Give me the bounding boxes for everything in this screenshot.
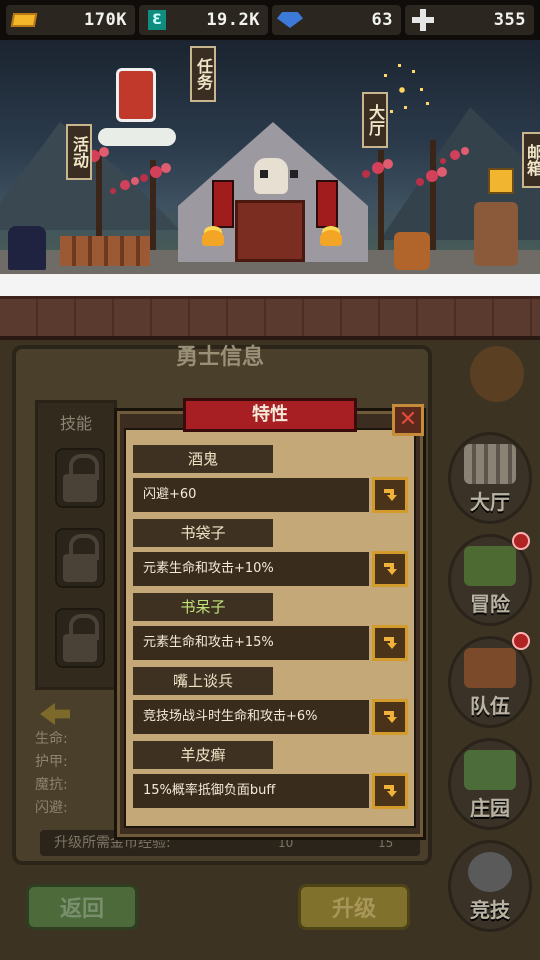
currency-gold: 170K bbox=[6, 5, 135, 35]
trait-reroll-button[interactable] bbox=[372, 625, 408, 661]
cross-amount: 355 bbox=[493, 10, 526, 30]
hero-info-title: 勇士信息 bbox=[175, 345, 264, 370]
nav-hall-label: 大厅 bbox=[470, 490, 510, 514]
hero-stats: 生命: 护甲: 魔抗: 闪避: bbox=[35, 728, 125, 820]
trait-description: 15%概率抵御负面buff bbox=[133, 774, 369, 808]
arena-icon bbox=[468, 852, 512, 892]
lock-icon[interactable] bbox=[55, 448, 105, 508]
hall-icon bbox=[464, 444, 516, 484]
close-icon: ✕ bbox=[398, 407, 418, 432]
npc-character[interactable] bbox=[474, 202, 518, 266]
cloud-platform bbox=[98, 128, 176, 146]
trait-reroll-button[interactable] bbox=[372, 477, 408, 513]
trait-reroll-button[interactable] bbox=[372, 551, 408, 587]
nav-manor-label: 庄园 bbox=[470, 796, 510, 820]
npc-character[interactable] bbox=[116, 68, 156, 122]
team-icon bbox=[464, 648, 516, 688]
mailbox-icon[interactable] bbox=[488, 168, 514, 194]
nav-adventure-label: 冒险 bbox=[470, 592, 510, 616]
close-button[interactable]: ✕ bbox=[392, 404, 424, 436]
torch-fire bbox=[320, 230, 342, 246]
reroll-arrow-icon bbox=[384, 489, 397, 501]
trait-description: 元素生命和攻击+15% bbox=[133, 626, 369, 660]
currency-cross: 355 bbox=[405, 5, 534, 35]
nav-manor[interactable]: 庄园 bbox=[448, 738, 532, 830]
level-up-button[interactable]: 升级 bbox=[298, 884, 410, 930]
stat-hp-label: 生命: bbox=[35, 731, 68, 747]
element-icon: Ɛ bbox=[143, 9, 171, 31]
lock-icon[interactable] bbox=[55, 608, 105, 668]
element-amount: 19.2K bbox=[206, 10, 260, 30]
nav-hall[interactable]: 大厅 bbox=[448, 432, 532, 524]
trait-description: 闪避+60 bbox=[133, 478, 369, 512]
currency-bar: 170K Ɛ 19.2K 63 355 bbox=[0, 0, 540, 40]
nav-arena-label: 竞技 bbox=[470, 898, 510, 922]
alert-dot bbox=[512, 532, 530, 550]
nav-team-label: 队伍 bbox=[470, 694, 510, 718]
stat-dodge-label: 闪避: bbox=[35, 800, 68, 816]
hall-door[interactable] bbox=[235, 200, 305, 262]
gem-amount: 63 bbox=[371, 10, 393, 30]
back-button[interactable]: 返回 bbox=[26, 884, 138, 930]
trait-reroll-button[interactable] bbox=[372, 773, 408, 809]
reroll-arrow-icon bbox=[384, 637, 397, 649]
manor-icon bbox=[464, 750, 516, 790]
quest-sign[interactable]: 任务 bbox=[190, 46, 216, 102]
currency-gem[interactable]: 63 bbox=[272, 5, 401, 35]
trait-name: 书袋子 bbox=[133, 519, 273, 547]
red-banner bbox=[212, 180, 234, 228]
cross-token-icon bbox=[409, 9, 437, 31]
npc-character[interactable] bbox=[394, 232, 430, 270]
skills-label: 技能 bbox=[60, 414, 93, 433]
reroll-arrow-icon bbox=[384, 785, 397, 797]
gold-amount: 170K bbox=[84, 10, 127, 30]
fence bbox=[60, 236, 150, 266]
game-screen: 170K Ɛ 19.2K 63 355 任务 活动 大厅 邮箱 勇士信息 技能 … bbox=[0, 0, 540, 960]
trait-description: 竞技场战斗时生命和攻击+6% bbox=[133, 700, 369, 734]
tree bbox=[430, 140, 436, 260]
blue-gem-icon bbox=[276, 9, 304, 31]
lock-icon[interactable] bbox=[55, 528, 105, 588]
town-scene: 任务 活动 大厅 邮箱 bbox=[0, 40, 540, 276]
traits-modal-title: 特性 bbox=[183, 398, 357, 432]
hall-sign[interactable]: 大厅 bbox=[362, 92, 388, 148]
trait-name: 酒鬼 bbox=[133, 445, 273, 473]
adventure-icon bbox=[464, 546, 516, 586]
trait-reroll-button[interactable] bbox=[372, 699, 408, 735]
torch-fire bbox=[202, 230, 224, 246]
red-banner bbox=[316, 180, 338, 228]
player-character[interactable] bbox=[8, 226, 46, 270]
alert-dot bbox=[512, 632, 530, 650]
stat-magic-resist-label: 魔抗: bbox=[35, 777, 68, 793]
activity-sign[interactable]: 活动 bbox=[66, 124, 92, 180]
monkey-icon[interactable] bbox=[470, 346, 524, 402]
brick-wall bbox=[0, 296, 540, 340]
trait-name: 嘴上谈兵 bbox=[133, 667, 273, 695]
reroll-arrow-icon bbox=[384, 563, 397, 575]
stat-armor-label: 护甲: bbox=[35, 754, 68, 770]
reroll-arrow-icon bbox=[384, 711, 397, 723]
currency-element: Ɛ 19.2K bbox=[139, 5, 268, 35]
trait-name: 羊皮癣 bbox=[133, 741, 273, 769]
nav-arena[interactable]: 竞技 bbox=[448, 840, 532, 932]
skull-ornament bbox=[254, 158, 298, 194]
mailbox-sign[interactable]: 邮箱 bbox=[522, 132, 540, 188]
gold-coin-icon bbox=[10, 9, 38, 31]
snow-strip bbox=[0, 274, 540, 298]
trait-name: 书呆子 bbox=[133, 593, 273, 621]
trait-description: 元素生命和攻击+10% bbox=[133, 552, 369, 586]
